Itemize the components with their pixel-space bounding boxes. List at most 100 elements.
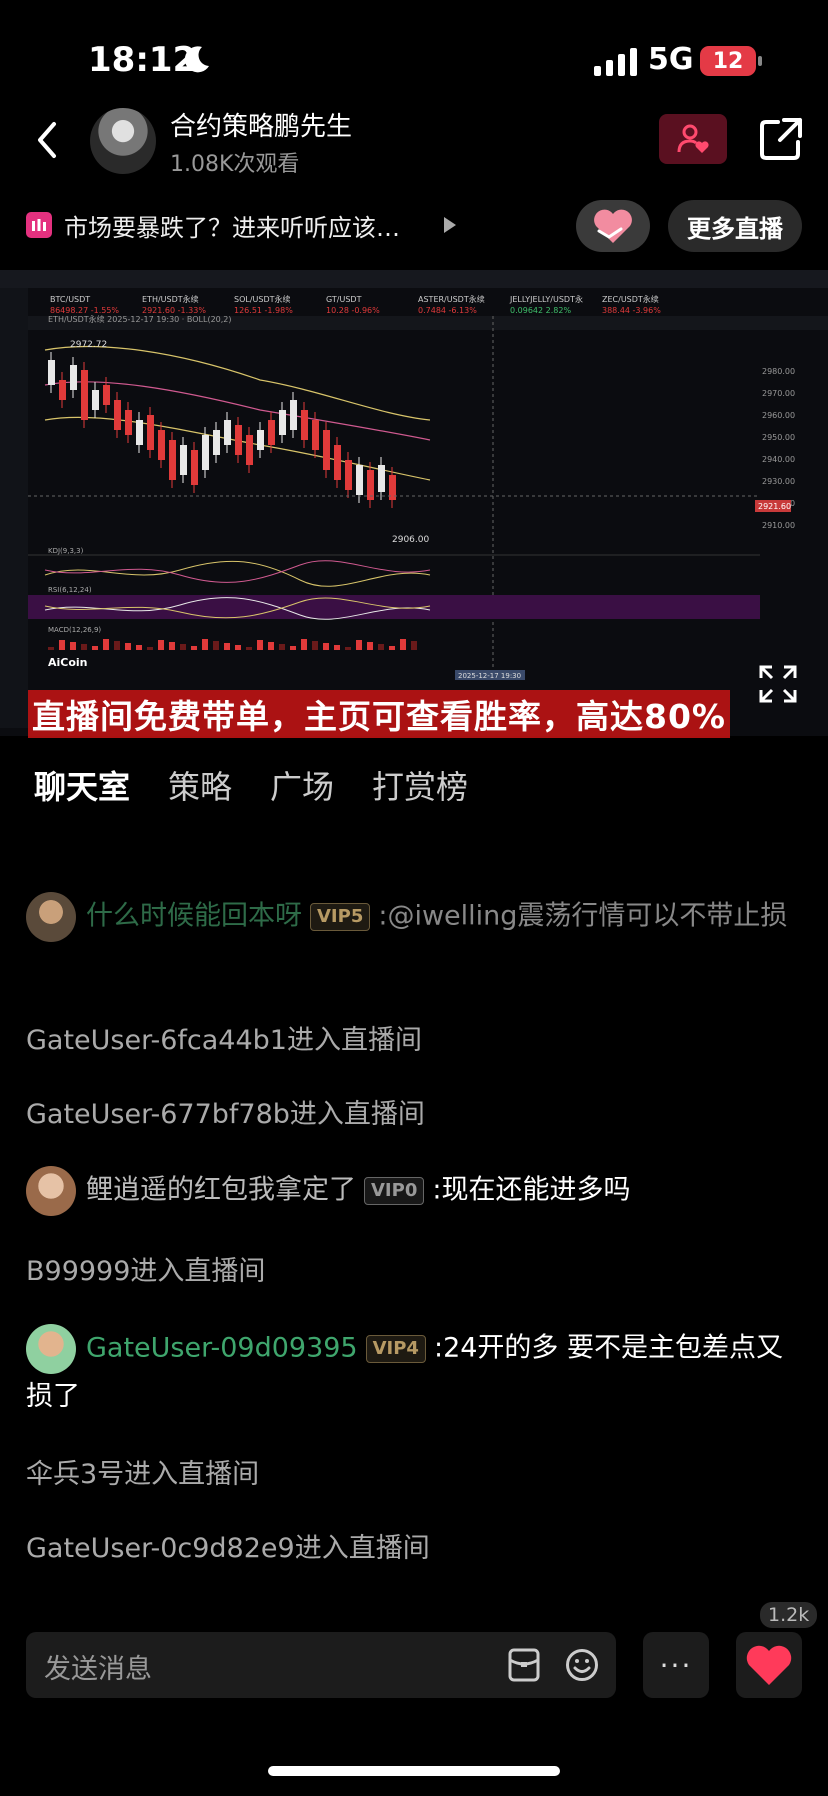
chart-candle (59, 380, 66, 400)
macd-bar (213, 641, 219, 650)
chart-ticker-name: JELLYJELLY/USDT永 (509, 294, 583, 304)
macd-bar (345, 647, 351, 650)
macd-bar (70, 642, 76, 650)
macd-bar (202, 639, 208, 650)
viewer-count: 1.08K次观看 (170, 152, 300, 177)
live-topic-icon (26, 212, 52, 238)
aicoin-logo: AiCoin (48, 656, 88, 669)
macd-bar (48, 647, 54, 650)
chat-avatar[interactable] (26, 1324, 76, 1374)
more-live-button[interactable]: 更多直播 (668, 200, 802, 252)
macd-bar (81, 644, 87, 650)
host-name[interactable]: 合约策略鹏先生 (170, 106, 352, 143)
macd-bar (147, 647, 153, 650)
chart-indicator-line: ETH/USDT永续 2025-12-17 19:30 · BOLL(20,2) (48, 314, 232, 324)
macd-bar (400, 639, 406, 650)
macd-bar (136, 645, 142, 650)
chart-ticker-name: ETH/USDT永续 (142, 294, 199, 304)
rsi-label: RSI(6,12,24) (48, 586, 92, 594)
chart-candle (257, 430, 264, 450)
red-packet-icon[interactable] (508, 1648, 540, 1682)
trading-chart-video: BTC/USDT 86498.27 -1.55% ETH/USDT永续 2921.60… (0, 270, 828, 736)
chat-username[interactable]: GateUser-09d09395 (86, 1333, 358, 1364)
like-count: 1.2k (760, 1602, 818, 1628)
chart-candle (279, 410, 286, 435)
chart-candle (180, 445, 187, 475)
chart-high-label: 2972.72 (70, 340, 107, 350)
system-message: GateUser-0c9d82e9进入直播间 (26, 1533, 430, 1564)
play-arrow-icon[interactable] (444, 217, 456, 233)
chart-candle (323, 430, 330, 470)
tab-chatroom[interactable]: 聊天室 (34, 762, 130, 808)
macd-bar (323, 643, 329, 650)
macd-bar (411, 641, 417, 650)
chart-candle (356, 465, 363, 495)
chart-candle (103, 385, 110, 405)
chart-candle (158, 430, 165, 460)
macd-bar (279, 644, 285, 650)
live-video-player[interactable]: BTC/USDT 86498.27 -1.55% ETH/USDT永续 2921.60… (0, 270, 828, 736)
chat-message: 什么时候能回本呀 VIP5:@iwelling震荡行情可以不带止损 (26, 892, 796, 942)
macd-bar (158, 640, 164, 650)
chart-candle (224, 420, 231, 445)
back-icon[interactable] (32, 118, 62, 162)
macd-label: MACD(12,26,9) (48, 626, 101, 634)
tab-tip-ranking[interactable]: 打赏榜 (372, 762, 468, 808)
price-axis-tick: 2930.00 (762, 477, 795, 486)
message-placeholder[interactable]: 发送消息 (44, 1647, 152, 1686)
fullscreen-icon[interactable] (758, 664, 798, 704)
chart-ticker-name: ASTER/USDT永续 (418, 294, 485, 304)
user-heart-icon (677, 124, 709, 153)
battery-indicator: 12 (700, 46, 756, 76)
system-message: GateUser-6fca44b1进入直播间 (26, 1025, 422, 1056)
network-type: 5G (648, 42, 694, 77)
chart-candle (202, 435, 209, 470)
more-button[interactable]: ··· (643, 1632, 709, 1698)
macd-bar (180, 644, 186, 650)
chart-candle (92, 390, 99, 410)
heart-hand-button[interactable] (576, 200, 650, 252)
chart-ticker-name: ZEC/USDT永续 (602, 294, 659, 304)
chat-message: GateUser-09d09395 VIP4:24开的多 要不是主包差点又损了 (26, 1324, 796, 1420)
heart-hand-icon (594, 209, 632, 243)
chart-candle (114, 400, 121, 430)
chart-ticker-price: 388.44 -3.96% (602, 306, 661, 315)
macd-bar (378, 644, 384, 650)
macd-bar (92, 646, 98, 650)
chat-text: :现在还能进多吗 (432, 1174, 631, 1206)
chart-ticker-price: 0.7484 -6.13% (418, 306, 477, 315)
chart-candle (213, 430, 220, 455)
price-axis-tick: 2970.00 (762, 389, 795, 398)
tab-square[interactable]: 广场 (270, 762, 334, 808)
chart-candle (312, 420, 319, 450)
chat-avatar[interactable] (26, 1166, 76, 1216)
host-avatar[interactable] (90, 108, 156, 174)
follow-button[interactable] (659, 114, 727, 164)
price-axis-tick: 2960.00 (762, 411, 795, 420)
chart-low-label: 2906.00 (392, 535, 429, 545)
macd-bar (257, 640, 263, 650)
chat-avatar[interactable] (26, 892, 76, 942)
chart-candle (81, 370, 88, 420)
chart-candle (125, 410, 132, 435)
chart-candle (246, 435, 253, 465)
chart-candle (334, 445, 341, 480)
chart-candle (147, 415, 154, 450)
chart-candle (169, 440, 176, 480)
like-button[interactable] (736, 1632, 802, 1698)
chart-ticker-price: 10.28 -0.96% (326, 306, 380, 315)
chart-ticker-name: SOL/USDT永续 (234, 294, 291, 304)
vip-badge: VIP0 (364, 1177, 425, 1205)
share-icon[interactable] (758, 116, 804, 162)
chart-ticker-price: 86498.27 -1.55% (50, 306, 119, 315)
chat-username[interactable]: 什么时候能回本呀 (86, 901, 302, 932)
macd-bar (356, 640, 362, 650)
chart-candle (48, 360, 55, 385)
emoji-icon[interactable] (565, 1648, 599, 1682)
live-topic-title[interactable]: 市场要暴跌了？进来听听应该… (64, 208, 400, 243)
home-indicator[interactable] (268, 1766, 560, 1776)
chat-username[interactable]: 鲤逍遥的红包我拿定了 (86, 1175, 356, 1206)
macd-bar (246, 647, 252, 650)
chart-candle (301, 410, 308, 440)
tab-strategy[interactable]: 策略 (168, 762, 232, 808)
